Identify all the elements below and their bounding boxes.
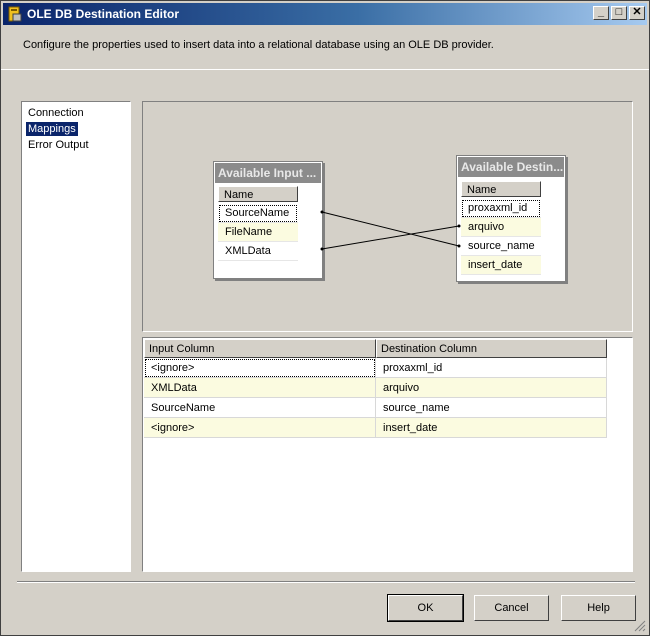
maximize-button[interactable]: □: [611, 6, 627, 20]
grid-cell-input[interactable]: <ignore>: [144, 358, 376, 378]
mapping-line-xmldata-start-point: [320, 247, 324, 251]
mappings-grid[interactable]: Input Column Destination Column <ignore>…: [142, 337, 633, 572]
mapping-line-sourcename-start-point: [320, 210, 324, 214]
ok-button[interactable]: OK: [387, 594, 464, 622]
minimize-button[interactable]: _: [593, 6, 609, 20]
mapping-line-xmldata-end-point: [457, 224, 461, 228]
nav-item-connection-manager[interactable]: Connection Manager: [26, 106, 130, 133]
nav-item-mappings[interactable]: Mappings: [26, 122, 78, 136]
grid-cell-destination[interactable]: proxaxml_id: [376, 358, 607, 378]
mapping-designer[interactable]: Available Input ... Name SourceName File…: [142, 101, 633, 332]
close-button[interactable]: ✕: [629, 6, 645, 20]
grid-cell-input[interactable]: XMLData: [144, 378, 376, 398]
app-icon: [8, 6, 22, 22]
nav-item-error-output[interactable]: Error Output: [26, 138, 91, 152]
grid-header-input-column[interactable]: Input Column: [144, 339, 376, 358]
header-divider: [1, 69, 649, 70]
cancel-button[interactable]: Cancel: [474, 595, 549, 621]
grid-cell-destination[interactable]: insert_date: [376, 418, 607, 438]
dialog-window: OLE DB Destination Editor _ □ ✕ Configur…: [0, 0, 650, 636]
dialog-description: Configure the properties used to insert …: [23, 39, 494, 51]
title-bar[interactable]: OLE DB Destination Editor _ □ ✕: [3, 3, 647, 25]
help-button[interactable]: Help: [561, 595, 636, 621]
mapping-lines: [320, 210, 461, 251]
footer-divider: [17, 581, 635, 583]
page-navigation-list[interactable]: Connection Manager Mappings Error Output: [21, 101, 131, 572]
grid-cell-input[interactable]: <ignore>: [144, 418, 376, 438]
grid-header-destination-column[interactable]: Destination Column: [376, 339, 607, 358]
resize-grip-icon[interactable]: [634, 620, 646, 632]
window-title: OLE DB Destination Editor: [27, 7, 180, 21]
mapping-line-sourcename-end-point: [457, 244, 461, 248]
grid-cell-destination[interactable]: source_name: [376, 398, 607, 418]
grid-cell-input[interactable]: SourceName: [144, 398, 376, 418]
grid-cell-destination[interactable]: arquivo: [376, 378, 607, 398]
